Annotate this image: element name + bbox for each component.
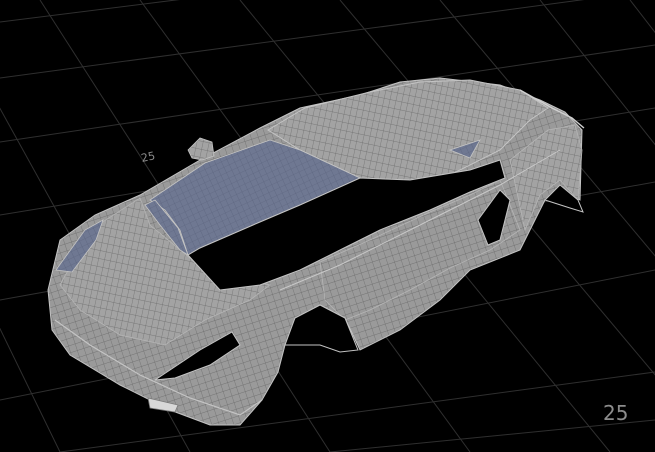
side-mirror <box>187 137 215 161</box>
grid-label-left: 25 <box>140 149 156 165</box>
car-model[interactable] <box>47 77 585 426</box>
3d-viewport[interactable]: 25 25 <box>0 0 655 452</box>
grid-label-bottom-right: 25 <box>603 401 628 425</box>
viewport-scene[interactable]: 25 25 <box>0 0 655 452</box>
